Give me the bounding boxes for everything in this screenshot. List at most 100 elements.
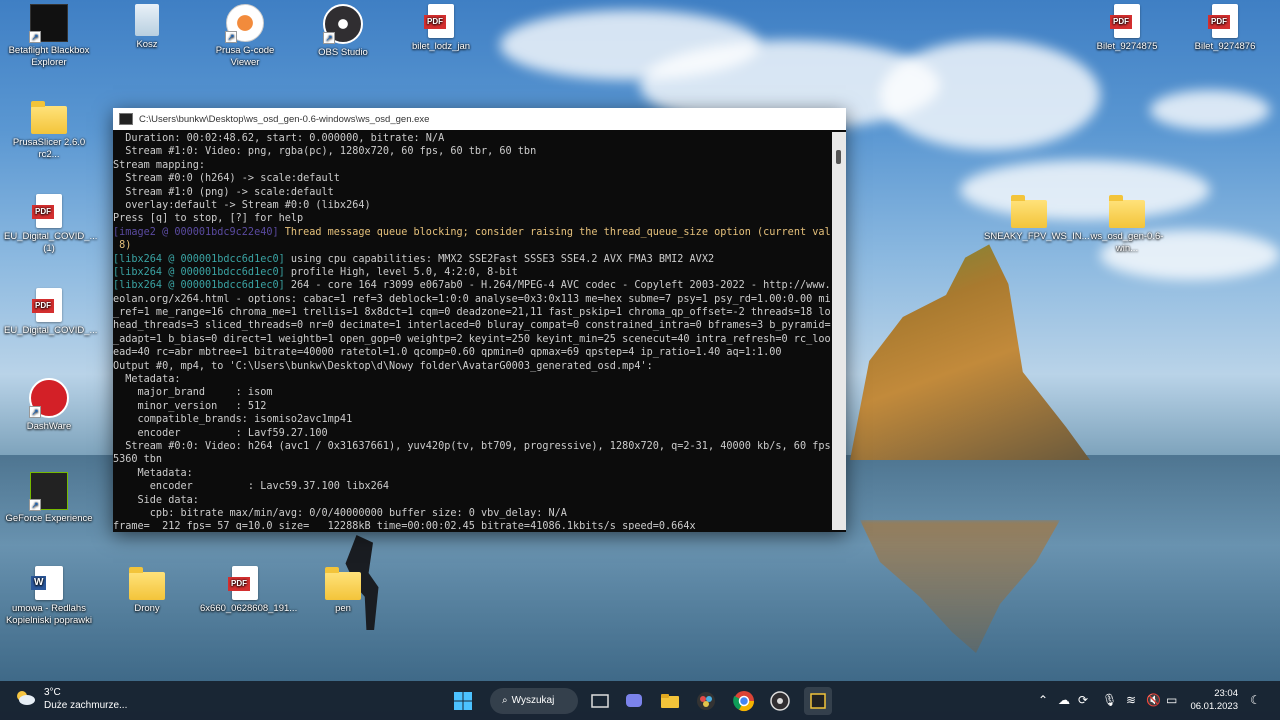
desktop-icon[interactable]: ws_osd_gen-0.6-win... xyxy=(1082,194,1172,255)
console-line: encoder : Lavf59.27.100 xyxy=(113,427,831,440)
desktop-icon[interactable]: W umowa - Redlahs Kopielniski poprawki xyxy=(4,566,94,627)
console-line: ead=40 rc=abr mbtree=1 bitrate=40000 rat… xyxy=(113,346,831,359)
console-line-text: using cpu capabilities: MMX2 SSE2Fast SS… xyxy=(284,253,715,265)
desktop-icon[interactable]: Bilet_9274876 xyxy=(1180,4,1270,53)
console-line-text: minor_version : 512 xyxy=(113,400,267,412)
console-line: 8) xyxy=(113,239,831,252)
desktop-icon[interactable]: ↗ GeForce Experience xyxy=(4,472,94,525)
folder-icon xyxy=(1011,195,1047,228)
console-scrollbar[interactable] xyxy=(832,132,846,530)
console-line: [libx264 @ 000001bdcc6d1ec0] profile Hig… xyxy=(113,266,831,279)
console-app-icon xyxy=(810,693,826,709)
teams-chat-button[interactable] xyxy=(620,687,648,715)
console-line: major_brand : isom xyxy=(113,386,831,399)
console-line: Metadata: xyxy=(113,373,831,386)
desktop-icon[interactable]: pen xyxy=(298,566,388,615)
desktop-icon-label: DashWare xyxy=(26,421,72,432)
console-line-text: Stream #1:0: Video: png, rgba(pc), 1280x… xyxy=(113,146,537,158)
desktop-icon-label: bilet_lodz_jan xyxy=(411,41,471,52)
desktop-icon-label: Prusa G-code Viewer xyxy=(215,45,275,68)
notification-moon-icon[interactable]: ☾ xyxy=(1250,693,1261,707)
console-title-bar[interactable]: C:\Users\bunkw\Desktop\ws_osd_gen-0.6-wi… xyxy=(113,108,846,130)
obs-icon xyxy=(770,691,790,711)
console-line-text: Stream #0:0: Video: h264 (avc1 / 0x31637… xyxy=(113,440,831,452)
desktop-icon[interactable]: PrusaSlicer 2.6.0 rc2... xyxy=(4,100,94,161)
console-line-text: 5360 tbn xyxy=(113,454,163,466)
console-line: overlay:default -> Stream #0:0 (libx264) xyxy=(113,199,831,212)
console-line: 5360 tbn xyxy=(113,453,831,466)
pdf-icon xyxy=(228,566,258,600)
console-line-text: head_threads=3 sliced_threads=0 nr=0 dec… xyxy=(113,320,831,332)
console-line-text: Stream mapping: xyxy=(113,159,206,171)
desktop-icon[interactable]: Bilet_9274875 xyxy=(1082,4,1172,53)
search-label: Wyszukaj xyxy=(511,695,555,706)
console-line-text: 264 - core 164 r3099 e067ab0 - H.264/MPE… xyxy=(284,280,831,292)
scrollbar-thumb[interactable] xyxy=(836,150,841,164)
volume-muted-icon[interactable]: 🔇 xyxy=(1146,693,1161,707)
console-line: [image2 @ 000001bdc9c22e40] Thread messa… xyxy=(113,226,831,239)
geforce-icon: ↗ xyxy=(29,472,68,511)
console-output[interactable]: Duration: 00:02:48.62, start: 0.000000, … xyxy=(113,132,831,530)
desktop-icon[interactable]: ↗ DashWare xyxy=(4,378,94,433)
folder-icon xyxy=(325,567,361,600)
desktop-icon[interactable]: ↗ Betaflight Blackbox Explorer xyxy=(4,4,94,69)
console-line-prefix: [image2 @ 000001bdc9c22e40] xyxy=(113,226,279,238)
console-line-text: Stream #1:0 (png) -> scale:default xyxy=(113,186,334,198)
console-title: C:\Users\bunkw\Desktop\ws_osd_gen-0.6-wi… xyxy=(139,113,430,125)
pdf-icon xyxy=(1208,4,1238,38)
console-line-text: _adapt=1 b_bias=0 direct=1 weightb=1 ope… xyxy=(113,333,831,345)
console-line: Metadata: xyxy=(113,467,831,480)
pdf-icon xyxy=(32,194,62,228)
desktop-icon[interactable]: 6x660_0628608_191... xyxy=(200,566,297,615)
console-line-text: overlay:default -> Stream #0:0 (libx264) xyxy=(113,199,371,211)
desktop-icon-label: 6x660_0628608_191... xyxy=(200,603,298,614)
desktop-icon[interactable]: EU_Digital_COVID_... xyxy=(4,288,97,337)
console-line-text: major_brand : isom xyxy=(113,387,273,399)
file-explorer-button[interactable] xyxy=(656,687,684,715)
console-line-text: compatible_brands: isomiso2avc1mp41 xyxy=(113,414,353,426)
console-line: Stream mapping: xyxy=(113,159,831,172)
console-line-text: ead=40 rc=abr mbtree=1 bitrate=40000 rat… xyxy=(113,347,782,359)
start-button[interactable] xyxy=(449,687,477,715)
obs-taskbar-button[interactable] xyxy=(766,687,794,715)
prusa-gcode-viewer-icon: ↗ xyxy=(225,4,264,43)
console-line-text: Press [q] to stop, [?] for help xyxy=(113,213,304,225)
console-line-prefix: [libx264 @ 000001bdcc6d1ec0] xyxy=(113,280,285,292)
console-window[interactable]: C:\Users\bunkw\Desktop\ws_osd_gen-0.6-wi… xyxy=(113,108,846,532)
console-line: _adapt=1 b_bias=0 direct=1 weightb=1 ope… xyxy=(113,333,831,346)
search-button[interactable]: ⌕ Wyszukaj xyxy=(490,688,578,714)
chevron-up-icon[interactable]: ⌃ xyxy=(1038,693,1048,707)
console-line-text: 8) xyxy=(113,240,132,252)
console-line-text: Thread message queue blocking; consider … xyxy=(278,226,831,238)
search-icon: ⌕ xyxy=(502,695,508,706)
chrome-icon xyxy=(733,691,755,712)
weather-widget[interactable]: 3°C Duże zachmurze... xyxy=(14,686,127,712)
onedrive-cloud-icon[interactable]: ☁ xyxy=(1058,693,1070,707)
sync-icon[interactable]: ⟳ xyxy=(1078,693,1088,707)
microphone-icon[interactable]: 🎙 xyxy=(1102,693,1117,707)
desktop-icon[interactable]: ↗ Prusa G-code Viewer xyxy=(200,4,290,69)
task-view-button[interactable] xyxy=(586,687,614,715)
desktop-icon[interactable]: ↗ OBS Studio xyxy=(298,4,388,59)
chrome-button[interactable] xyxy=(730,687,758,715)
console-line-text: Output #0, mp4, to 'C:\Users\bunkw\Deskt… xyxy=(113,360,653,372)
battery-icon[interactable]: ▭ xyxy=(1166,693,1177,707)
word-document-icon: W xyxy=(31,566,63,600)
desktop-icon[interactable]: bilet_lodz_jan xyxy=(396,4,486,53)
davinci-button[interactable] xyxy=(692,687,720,715)
console-line-text: eolan.org/x264.html - options: cabac=1 r… xyxy=(113,293,831,305)
desktop-icon[interactable]: Kosz xyxy=(102,4,192,51)
wifi-icon[interactable]: ≋ xyxy=(1126,693,1136,707)
desktop-icon-label: Bilet_9274875 xyxy=(1096,41,1158,52)
windows-icon xyxy=(454,692,472,710)
betaflight-blackbox-icon: ↗ xyxy=(29,4,68,43)
console-line: eolan.org/x264.html - options: cabac=1 r… xyxy=(113,293,831,306)
console-line-prefix: [libx264 @ 000001bdcc6d1ec0] xyxy=(113,253,285,265)
desktop-icon[interactable]: Drony xyxy=(102,566,192,615)
clock[interactable]: 23:04 06.01.2023 xyxy=(1190,687,1238,713)
pdf-icon xyxy=(424,4,454,38)
desktop-icon[interactable]: EU_Digital_COVID_... (1) xyxy=(4,194,97,255)
console-line: Press [q] to stop, [?] for help xyxy=(113,212,831,225)
desktop-icon[interactable]: SNEAKY_FPV_WS_IN... xyxy=(984,194,1090,243)
ws-osd-gen-button[interactable] xyxy=(804,687,832,715)
